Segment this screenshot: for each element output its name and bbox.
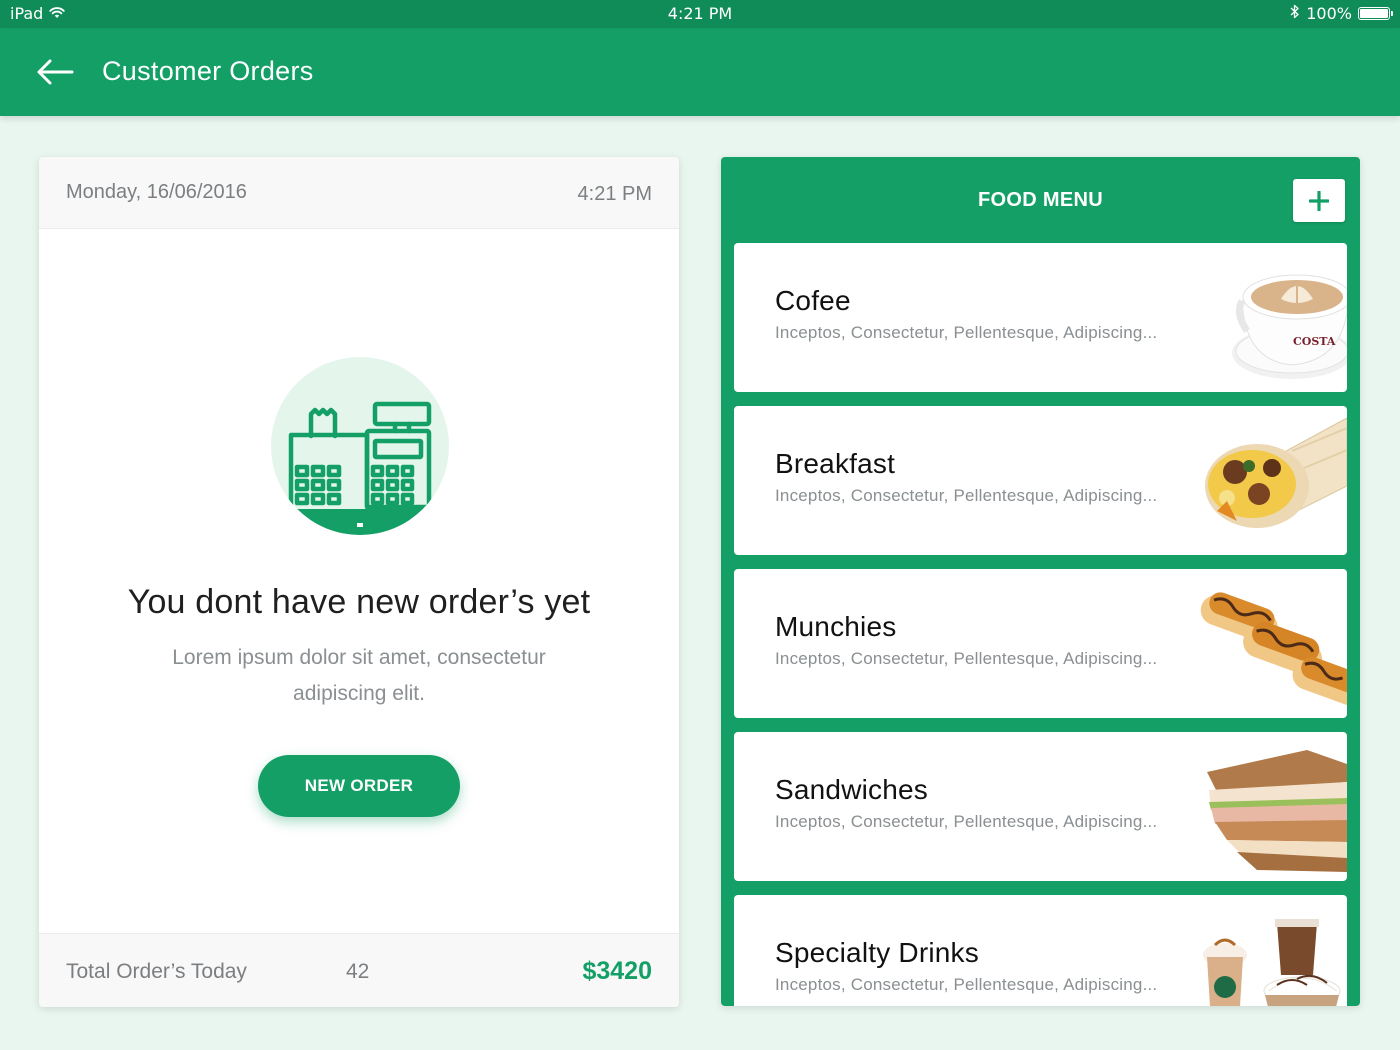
specialty-drinks-image (1203, 919, 1341, 1006)
cash-register-illustration (271, 357, 449, 535)
menu-item-name: Cofee (775, 285, 851, 316)
menu-item-name: Sandwiches (775, 774, 928, 805)
order-time: 4:21 PM (577, 183, 652, 205)
hot-dogs-image (1200, 592, 1347, 707)
breakfast-wrap-image (1205, 417, 1347, 528)
coffee-cup-image: COSTA (1232, 274, 1347, 379)
menu-item-description: Inceptos, Consectetur, Pellentesque, Adi… (775, 649, 1158, 668)
status-time: 4:21 PM (667, 4, 733, 23)
menu-item-specialty-drinks[interactable]: Specialty Drinks Inceptos, Consectetur, … (734, 895, 1347, 1006)
menu-item-breakfast[interactable]: Breakfast Inceptos, Consectetur, Pellent… (734, 406, 1347, 555)
empty-state-subtitle: Lorem ipsum dolor sit amet, consectetur … (172, 646, 546, 705)
order-date: Monday, 16/06/2016 (66, 181, 247, 203)
battery-percent: 100% (1306, 4, 1352, 23)
cash-register-icon (285, 401, 435, 535)
back-button[interactable] (34, 54, 76, 90)
food-menu-title: FOOD MENU (978, 189, 1103, 211)
page-title: Customer Orders (102, 56, 314, 86)
menu-item-description: Inceptos, Consectetur, Pellentesque, Adi… (775, 812, 1158, 831)
bluetooth-icon (1290, 4, 1300, 23)
menu-item-munchies[interactable]: Munchies Inceptos, Consectetur, Pellente… (734, 569, 1347, 718)
total-orders-count: 42 (346, 960, 370, 983)
order-card-footer: Total Order’s Today 42 $3420 (39, 933, 679, 1007)
menu-item-description: Inceptos, Consectetur, Pellentesque, Adi… (775, 975, 1158, 994)
order-card-header: Monday, 16/06/2016 4:21 PM (39, 157, 679, 229)
menu-item-sandwiches[interactable]: Sandwiches Inceptos, Consectetur, Pellen… (734, 732, 1347, 881)
arrow-left-icon (37, 59, 74, 85)
food-menu-list: Cofee Inceptos, Consectetur, Pellentesqu… (734, 243, 1347, 1006)
menu-item-description: Inceptos, Consectetur, Pellentesque, Adi… (775, 486, 1158, 505)
status-bar: iPad 4:21 PM 100% (0, 0, 1400, 28)
add-menu-item-button[interactable] (1293, 179, 1345, 222)
sandwich-image (1207, 750, 1347, 872)
cup-brand-text: COSTA (1293, 335, 1336, 348)
menu-item-description: Inceptos, Consectetur, Pellentesque, Adi… (775, 323, 1158, 342)
battery-level (1360, 9, 1388, 18)
menu-item-name: Munchies (775, 611, 897, 642)
status-bar-right: 100% (1290, 4, 1393, 23)
empty-state-title: You dont have new order’s yet (127, 583, 591, 621)
order-card: Monday, 16/06/2016 4:21 PM You dont have… (39, 157, 679, 1007)
plus-icon (1309, 190, 1329, 211)
total-revenue: $3420 (582, 957, 652, 985)
new-order-button[interactable]: NEW ORDER (258, 755, 460, 817)
app-bar: Customer Orders (0, 28, 1400, 116)
food-menu-panel: FOOD MENU Cofee Inceptos, Consectetur, P… (721, 157, 1360, 1006)
menu-item-coffee[interactable]: Cofee Inceptos, Consectetur, Pellentesqu… (734, 243, 1347, 392)
menu-item-name: Breakfast (775, 448, 896, 479)
menu-item-name: Specialty Drinks (775, 937, 979, 968)
battery-icon (1358, 7, 1393, 20)
total-orders-label: Total Order’s Today (66, 960, 247, 983)
